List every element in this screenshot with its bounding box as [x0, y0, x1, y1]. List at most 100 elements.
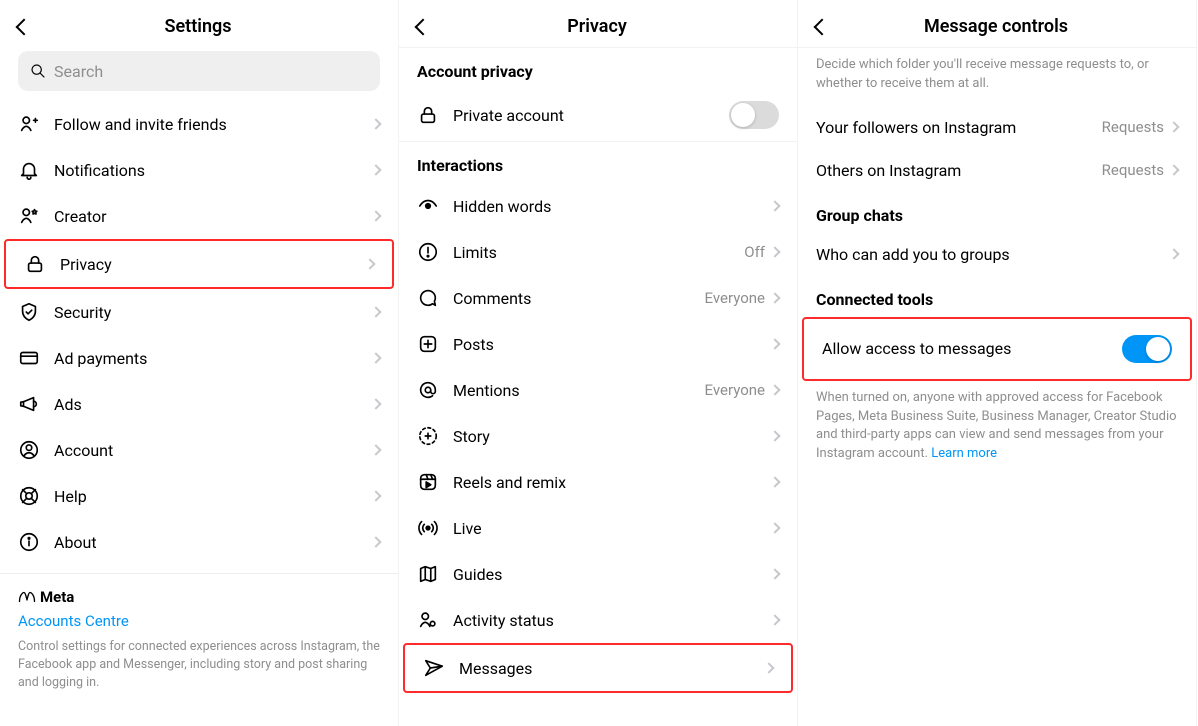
privacy-mentions[interactable]: Mentions Everyone: [399, 367, 797, 413]
eye-hidden-icon: [417, 195, 443, 217]
item-label: Your followers on Instagram: [816, 118, 1102, 137]
chevron-right-icon: [769, 292, 780, 303]
search-input[interactable]: Search: [18, 51, 380, 91]
search-icon: [30, 63, 46, 79]
chevron-right-icon: [769, 246, 780, 257]
chevron-right-icon: [370, 352, 381, 363]
item-label: Creator: [54, 207, 372, 226]
chevron-right-icon: [370, 444, 381, 455]
item-label: About: [54, 533, 372, 552]
footer-text: Control settings for connected experienc…: [18, 638, 380, 692]
privacy-panel: Privacy Account privacy Private account …: [399, 0, 798, 726]
chevron-right-icon: [769, 614, 780, 625]
settings-notifications[interactable]: Notifications: [0, 147, 398, 193]
plus-square-icon: [417, 333, 443, 355]
allow-access-row: Allow access to messages: [802, 317, 1192, 381]
settings-footer: Meta Accounts Centre Control settings fo…: [0, 573, 398, 706]
item-label: Privacy: [60, 255, 366, 274]
chevron-right-icon: [370, 164, 381, 175]
settings-ads[interactable]: Ads: [0, 381, 398, 427]
item-label: Notifications: [54, 161, 372, 180]
star-user-icon: [18, 205, 44, 227]
settings-adpayments[interactable]: Ad payments: [0, 335, 398, 381]
settings-follow[interactable]: Follow and invite friends: [0, 101, 398, 147]
privacy-messages[interactable]: Messages: [403, 643, 793, 693]
item-value: Requests: [1102, 118, 1164, 136]
item-label: Who can add you to groups: [816, 245, 1170, 264]
privacy-limits[interactable]: Limits Off: [399, 229, 797, 275]
item-label: Private account: [453, 106, 729, 125]
item-value: Off: [744, 243, 765, 261]
privacy-posts[interactable]: Posts: [399, 321, 797, 367]
chevron-right-icon: [769, 522, 780, 533]
alert-circle-icon: [417, 241, 443, 263]
info-icon: [18, 531, 44, 553]
speech-bubble-icon: [417, 287, 443, 309]
msgctrl-others[interactable]: Others on Instagram Requests: [798, 149, 1196, 192]
lock-icon: [417, 104, 443, 126]
send-icon: [423, 657, 449, 679]
broadcast-icon: [417, 517, 443, 539]
megaphone-icon: [18, 393, 44, 415]
search-placeholder: Search: [54, 62, 103, 81]
privacy-activity-status[interactable]: Activity status: [399, 597, 797, 643]
user-online-icon: [417, 609, 443, 631]
accounts-centre-link[interactable]: Accounts Centre: [18, 612, 380, 630]
item-label: Messages: [459, 659, 759, 678]
item-label: Story: [453, 427, 765, 446]
intro-text: Decide which folder you'll receive messa…: [798, 48, 1196, 106]
settings-privacy[interactable]: Privacy: [4, 239, 394, 289]
msgctrl-group-add[interactable]: Who can add you to groups: [798, 233, 1196, 276]
chevron-right-icon: [769, 200, 780, 211]
learn-more-link[interactable]: Learn more: [931, 446, 997, 461]
msgctrl-followers[interactable]: Your followers on Instagram Requests: [798, 106, 1196, 149]
reels-icon: [417, 471, 443, 493]
section-interactions: Interactions: [399, 142, 797, 183]
private-account-toggle[interactable]: [729, 101, 779, 129]
chevron-right-icon: [769, 568, 780, 579]
item-label: Allow access to messages: [822, 339, 1122, 358]
header: Settings: [0, 0, 398, 47]
section-connected-tools: Connected tools: [798, 276, 1196, 317]
item-label: Guides: [453, 565, 765, 584]
page-title: Settings: [30, 16, 366, 37]
settings-creator[interactable]: Creator: [0, 193, 398, 239]
item-label: Posts: [453, 335, 765, 354]
life-buoy-icon: [18, 485, 44, 507]
item-label: Help: [54, 487, 372, 506]
privacy-guides[interactable]: Guides: [399, 551, 797, 597]
item-label: Account: [54, 441, 372, 460]
settings-help[interactable]: Help: [0, 473, 398, 519]
item-label: Limits: [453, 243, 744, 262]
item-value: Everyone: [705, 381, 765, 399]
item-label: Reels and remix: [453, 473, 765, 492]
item-label: Activity status: [453, 611, 765, 630]
message-controls-panel: Message controls Decide which folder you…: [798, 0, 1197, 726]
shield-icon: [18, 301, 44, 323]
chevron-right-icon: [370, 490, 381, 501]
privacy-comments[interactable]: Comments Everyone: [399, 275, 797, 321]
chevron-right-icon: [370, 306, 381, 317]
privacy-hidden-words[interactable]: Hidden words: [399, 183, 797, 229]
chevron-right-icon: [1168, 249, 1179, 260]
chevron-right-icon: [364, 258, 375, 269]
privacy-story[interactable]: Story: [399, 413, 797, 459]
settings-account[interactable]: Account: [0, 427, 398, 473]
section-account-privacy: Account privacy: [399, 48, 797, 89]
map-icon: [417, 563, 443, 585]
chevron-right-icon: [769, 338, 780, 349]
allow-access-toggle[interactable]: [1122, 335, 1172, 363]
item-value: Requests: [1102, 161, 1164, 179]
page-title: Privacy: [429, 16, 765, 37]
item-label: Comments: [453, 289, 705, 308]
privacy-live[interactable]: Live: [399, 505, 797, 551]
settings-security[interactable]: Security: [0, 289, 398, 335]
item-label: Ads: [54, 395, 372, 414]
item-label: Mentions: [453, 381, 705, 400]
bell-icon: [18, 159, 44, 181]
settings-panel: Settings Search Follow and invite friend…: [0, 0, 399, 726]
user-icon: [18, 439, 44, 461]
privacy-reels[interactable]: Reels and remix: [399, 459, 797, 505]
settings-about[interactable]: About: [0, 519, 398, 565]
tools-footnote: When turned on, anyone with approved acc…: [798, 381, 1196, 476]
